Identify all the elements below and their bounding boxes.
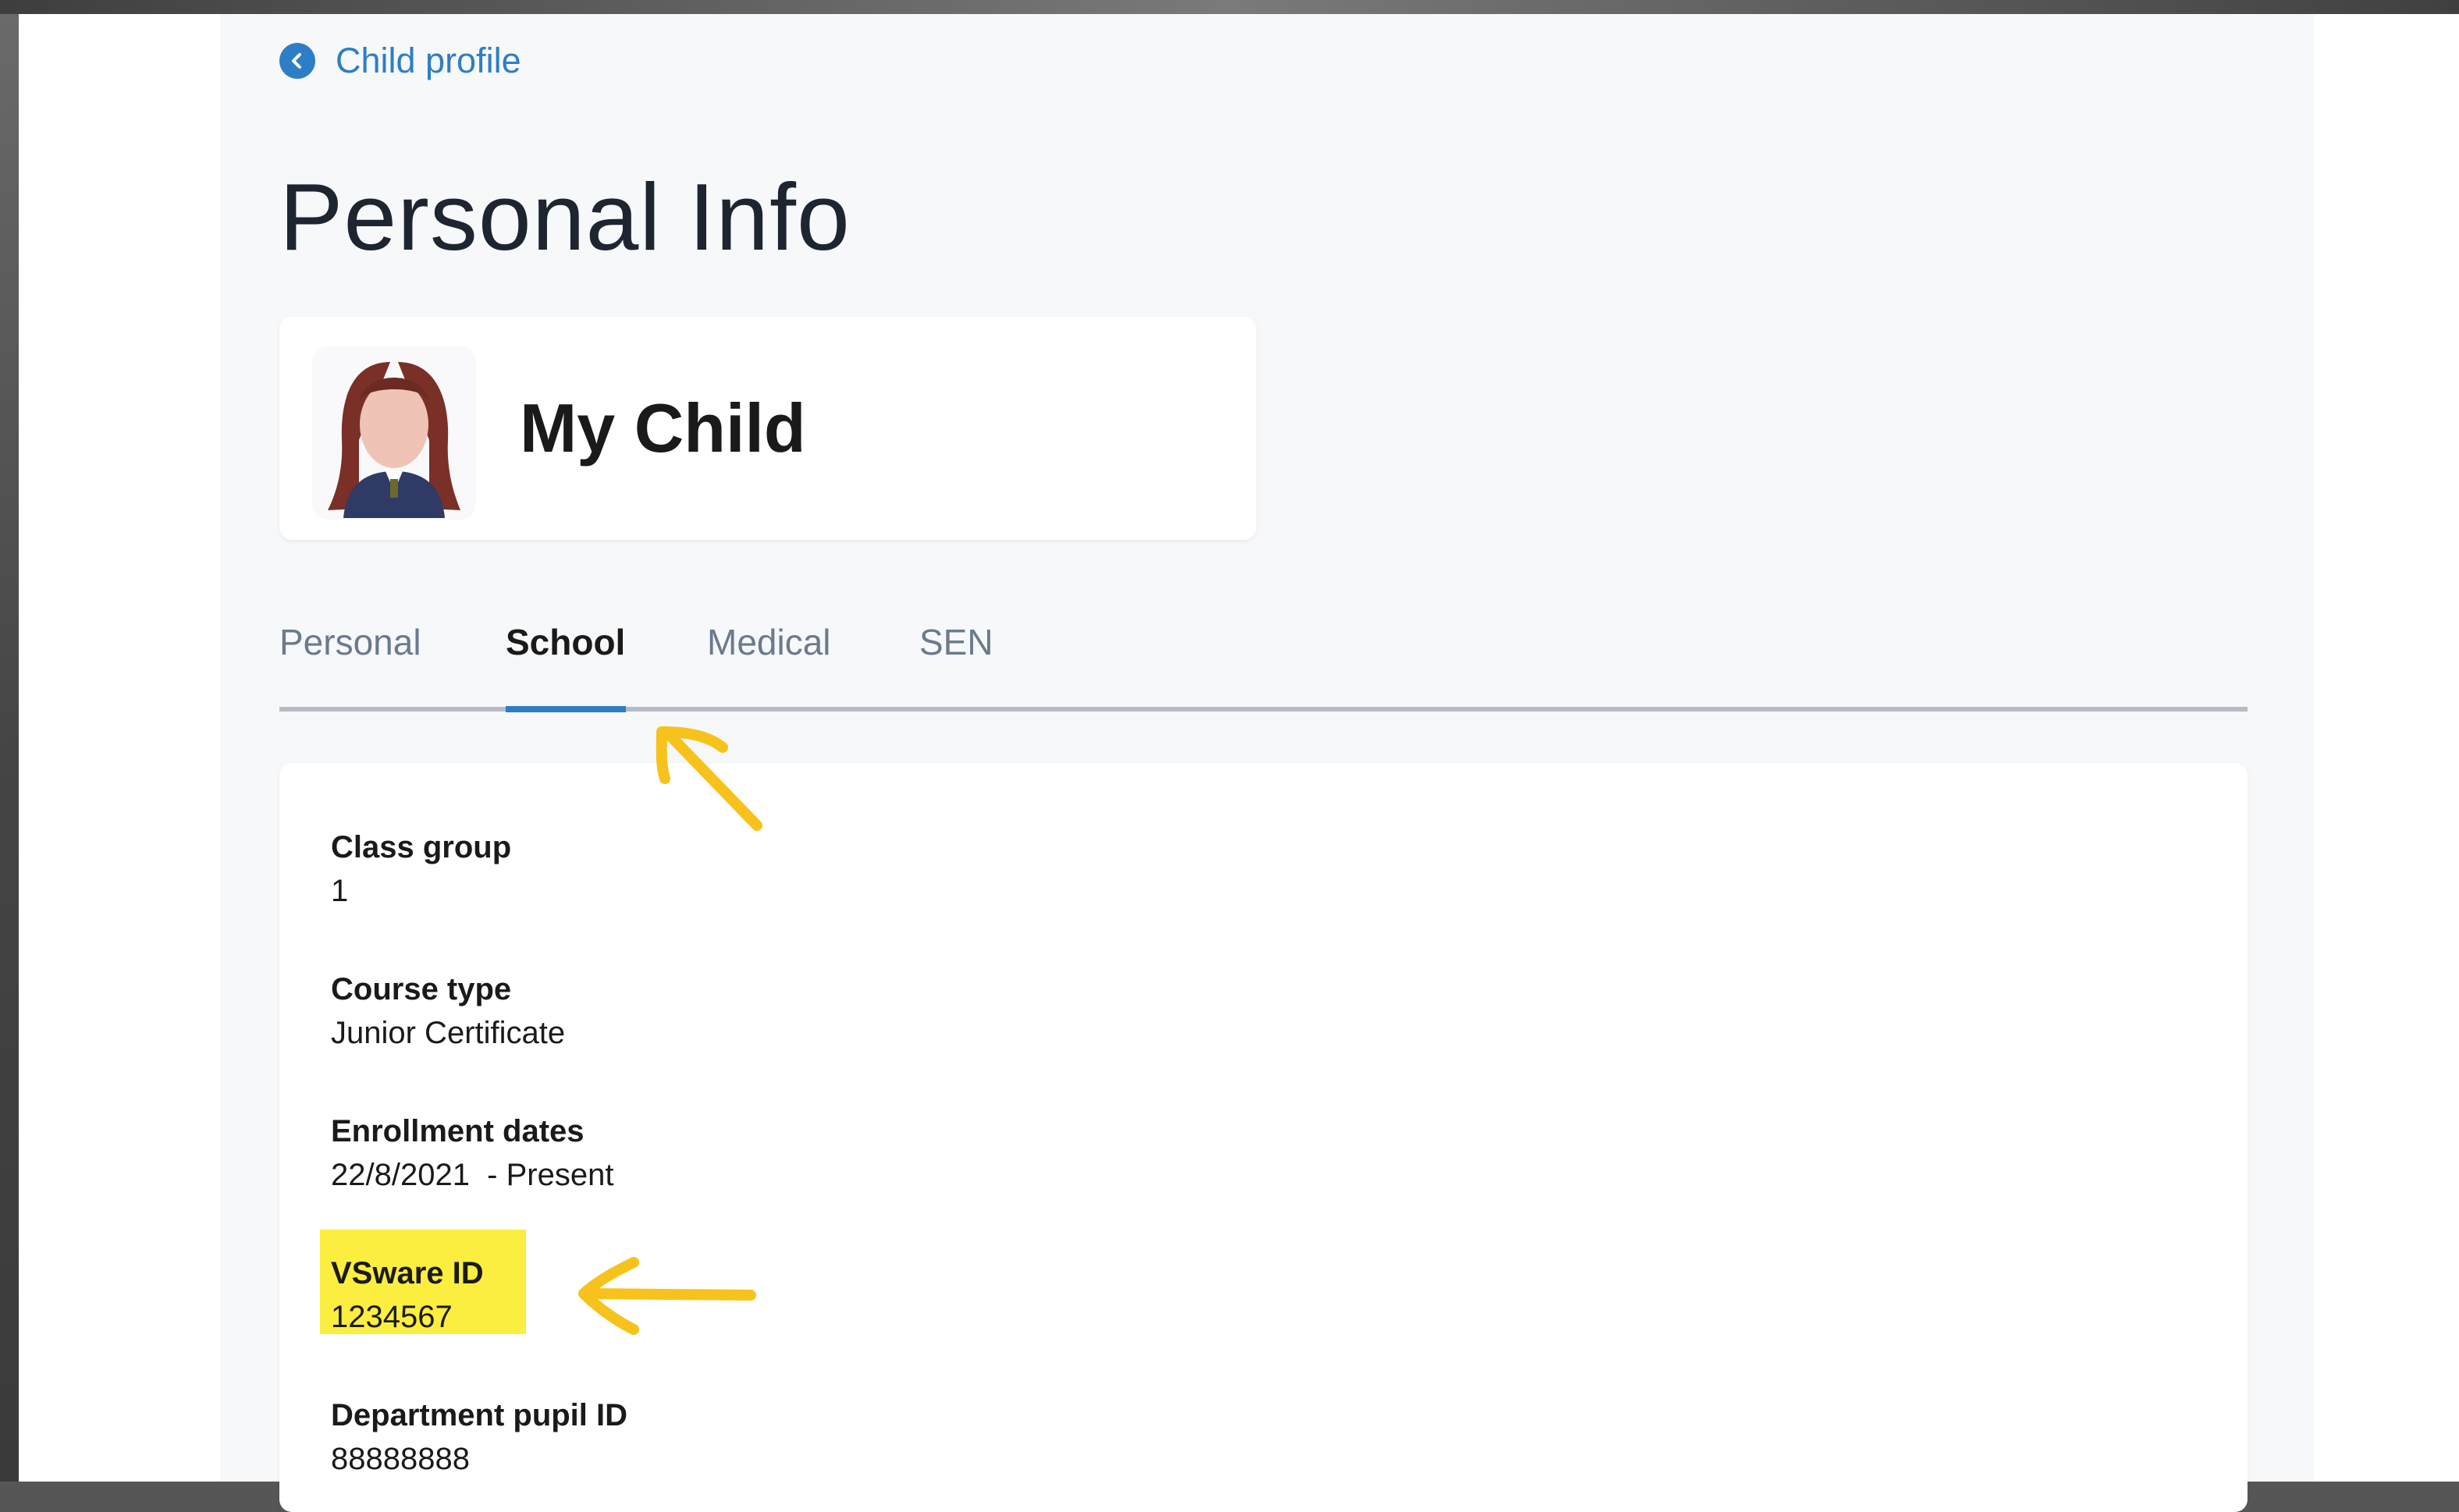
arrow-annotation-icon	[656, 726, 762, 831]
child-name: My Child	[520, 389, 806, 467]
tab-medical[interactable]: Medical	[707, 615, 831, 669]
field-value: 88888888	[331, 1442, 470, 1476]
tab-school[interactable]: School	[506, 615, 625, 669]
school-info-card: Class group 1 Course type Junior Certifi…	[279, 763, 2248, 1512]
field-value: 22/8/2021 - Present	[331, 1158, 614, 1192]
chevron-left-icon	[279, 43, 315, 79]
profile-card: My Child	[279, 317, 1256, 540]
tab-bar: Personal School Medical SEN	[279, 615, 2248, 716]
monitor-bezel-left	[0, 14, 19, 1482]
field-label: Department pupil ID	[331, 1398, 628, 1432]
monitor-bezel-top	[0, 0, 2459, 14]
field-label: Course type	[331, 972, 512, 1006]
field-value: 1	[331, 874, 349, 908]
arrow-annotation-icon	[578, 1257, 756, 1335]
page-content: Child profile Personal Info My Child Per…	[220, 14, 2315, 1512]
back-link-label: Child profile	[336, 41, 521, 80]
field-vsware-id: VSware ID 1234567	[331, 1251, 484, 1339]
field-class-group: Class group 1	[331, 825, 511, 913]
page-title: Personal Info	[279, 164, 851, 270]
field-label: Class group	[331, 830, 512, 864]
field-enrollment-dates: Enrollment dates 22/8/2021 - Present	[331, 1109, 613, 1197]
field-label: VSware ID	[331, 1256, 484, 1290]
field-department-pupil-id: Department pupil ID 88888888	[331, 1393, 627, 1481]
tab-sen[interactable]: SEN	[919, 615, 993, 669]
field-value: 1234567	[331, 1300, 453, 1334]
avatar	[312, 346, 476, 520]
field-value: Junior Certificate	[331, 1016, 566, 1050]
back-to-child-profile-link[interactable]: Child profile	[279, 37, 521, 84]
field-course-type: Course type Junior Certificate	[331, 967, 565, 1055]
tab-personal[interactable]: Personal	[279, 615, 421, 669]
field-label: Enrollment dates	[331, 1114, 585, 1148]
screen: Child profile Personal Info My Child Per…	[19, 14, 2459, 1512]
active-tab-indicator	[506, 706, 626, 712]
